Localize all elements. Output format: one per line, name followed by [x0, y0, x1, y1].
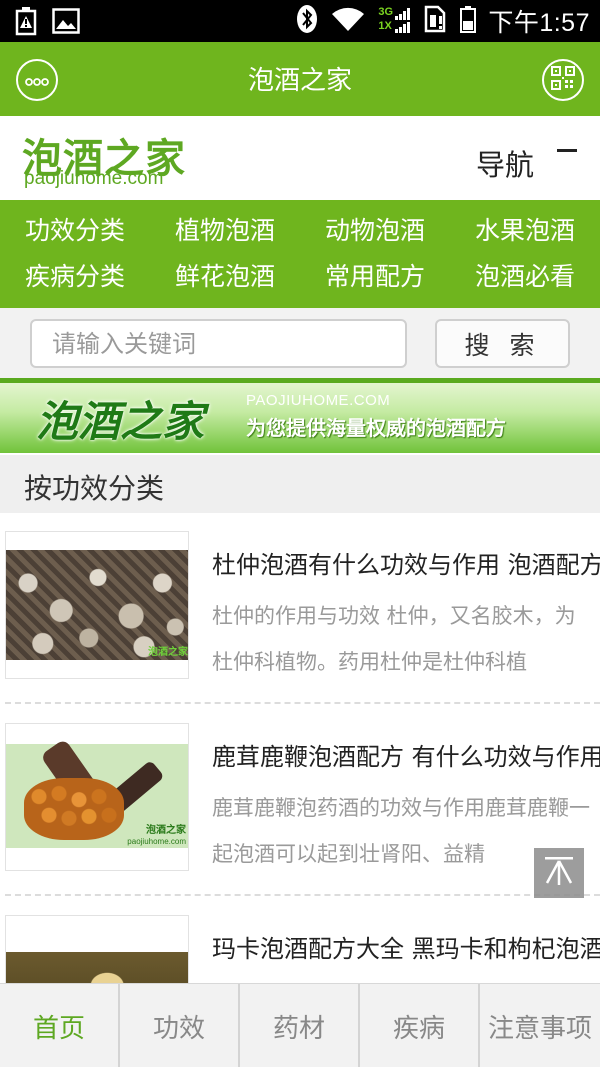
brand-bar: 泡酒之家 paojiuhome.com 导航 — [0, 116, 600, 200]
list-item[interactable]: 泡酒之家 paojiuhome.com 鹿茸鹿鞭泡酒配方 有什么功效与作用 鹿茸… — [0, 705, 600, 895]
site-domain: paojiuhome.com — [24, 168, 164, 189]
article-list: 泡酒之家 杜仲泡酒有什么功效与作用 泡酒配方 杜仲的作用与功效 杜仲，又名胶木，… — [0, 513, 600, 983]
article-title[interactable]: 鹿茸鹿鞭泡酒配方 有什么功效与作用 — [212, 737, 600, 772]
status-bar: 3G 1X 下午1:57 — [0, 0, 600, 42]
network-type-1x: 1X — [378, 20, 392, 32]
banner-site: PAOJIUHOME.COM — [246, 392, 391, 409]
list-item[interactable]: 玛卡泡酒配方大全 黑玛卡和枸杞泡酒 — [0, 897, 600, 983]
tab-efficacy[interactable]: 功效 — [120, 984, 240, 1067]
category-item[interactable]: 泡酒必看 — [450, 254, 600, 300]
category-item[interactable]: 植物泡酒 — [150, 208, 300, 254]
banner-slogan: 为您提供海量权威的泡酒配方 — [246, 416, 506, 440]
article-title[interactable]: 玛卡泡酒配方大全 黑玛卡和枸杞泡酒 — [212, 929, 600, 964]
list-divider — [5, 702, 600, 704]
category-item[interactable]: 水果泡酒 — [450, 208, 600, 254]
article-thumbnail[interactable]: 泡酒之家 — [5, 531, 189, 679]
category-item[interactable]: 功效分类 — [0, 208, 150, 254]
article-title[interactable]: 杜仲泡酒有什么功效与作用 泡酒配方 — [212, 545, 600, 580]
signal-icon: 3G 1X — [378, 6, 412, 36]
promo-banner[interactable]: 泡酒之家 PAOJIUHOME.COM 为您提供海量权威的泡酒配方 — [0, 378, 600, 453]
eucommia-bark-image: 泡酒之家 — [6, 550, 188, 660]
article-summary: 杜仲的作用与功效 杜仲，又名胶木，为杜仲科植物。药用杜仲是杜仲科植 — [212, 604, 576, 674]
image-icon — [52, 8, 80, 38]
qr-code-icon — [551, 66, 575, 94]
list-item[interactable]: 泡酒之家 杜仲泡酒有什么功效与作用 泡酒配方 杜仲的作用与功效 杜仲，又名胶木，… — [0, 513, 600, 703]
wifi-icon — [330, 5, 366, 37]
battery-alert-icon — [14, 6, 38, 40]
thumb-watermark: 泡酒之家 — [148, 647, 188, 658]
back-to-top-button[interactable] — [534, 848, 584, 898]
minus-icon[interactable] — [557, 149, 577, 152]
category-menu: 功效分类 植物泡酒 动物泡酒 水果泡酒 疾病分类 鲜花泡酒 常用配方 泡酒必看 — [0, 200, 600, 308]
banner-stripe — [0, 378, 600, 383]
search-bar: 搜 索 — [0, 308, 600, 378]
category-item[interactable]: 动物泡酒 — [300, 208, 450, 254]
category-item[interactable]: 鲜花泡酒 — [150, 254, 300, 300]
thumb-watermark-domain: paojiuhome.com — [127, 837, 186, 846]
thumb-watermark: 泡酒之家 — [146, 825, 186, 836]
nav-toggle-label[interactable]: 导航 — [476, 142, 534, 184]
battery-icon — [460, 5, 477, 37]
deer-antler-image: 泡酒之家 paojiuhome.com — [6, 738, 188, 848]
back-to-top-icon — [541, 853, 577, 893]
sim-alert-icon — [424, 5, 448, 37]
section-header: 按功效分类 — [0, 455, 600, 513]
search-input[interactable] — [30, 319, 407, 368]
search-button[interactable]: 搜 索 — [435, 319, 570, 368]
network-type-3g: 3G — [378, 6, 394, 18]
banner-title: 泡酒之家 — [36, 397, 205, 446]
maca-image — [6, 952, 188, 983]
bottom-nav: 首页 功效 药材 疾病 注意事项 — [0, 983, 600, 1067]
article-thumbnail[interactable] — [5, 915, 189, 983]
clock: 下午1:57 — [488, 9, 590, 37]
tab-precautions[interactable]: 注意事项 — [480, 984, 600, 1067]
tab-herbs[interactable]: 药材 — [240, 984, 360, 1067]
page-title: 泡酒之家 — [247, 66, 352, 96]
category-item[interactable]: 疾病分类 — [0, 254, 150, 300]
category-item[interactable]: 常用配方 — [300, 254, 450, 300]
bluetooth-icon — [296, 4, 318, 38]
list-divider — [5, 894, 600, 896]
section-title: 按功效分类 — [24, 472, 165, 505]
qr-scan-button[interactable] — [542, 59, 584, 101]
app-header: 泡酒之家 — [0, 42, 600, 116]
tab-home[interactable]: 首页 — [0, 984, 120, 1067]
article-thumbnail[interactable]: 泡酒之家 paojiuhome.com — [5, 723, 189, 871]
tab-diseases[interactable]: 疾病 — [360, 984, 480, 1067]
